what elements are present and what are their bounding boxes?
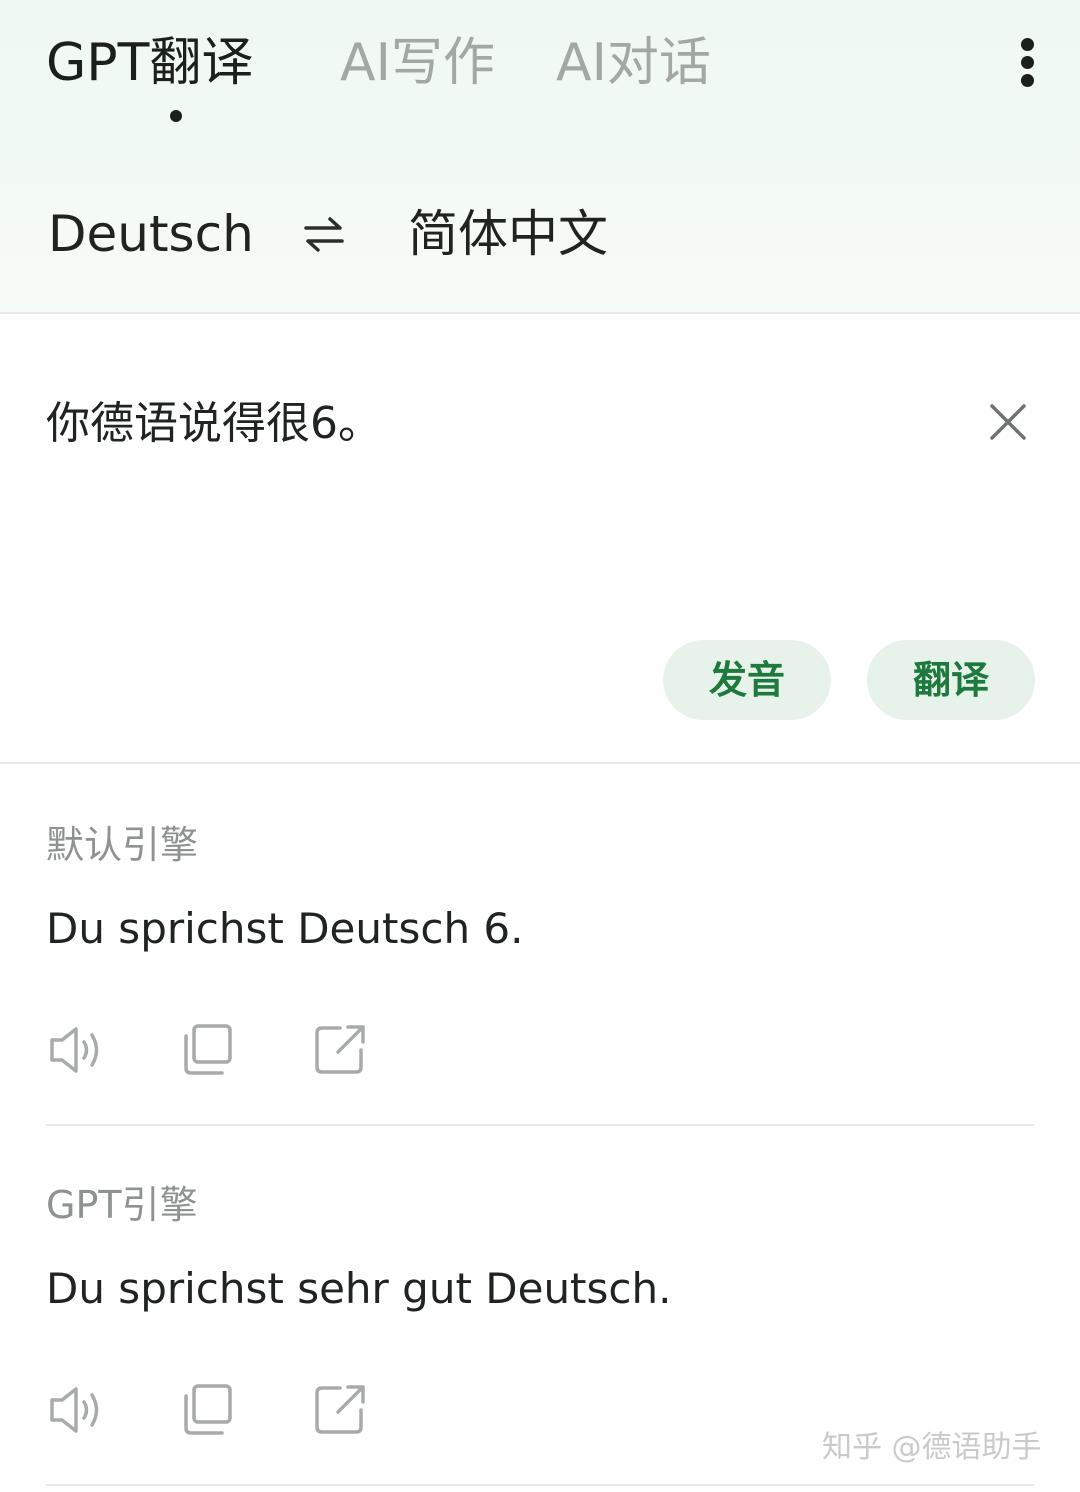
translation-text: Du sprichst Deutsch 6. bbox=[46, 904, 524, 953]
close-icon[interactable] bbox=[988, 402, 1028, 442]
result-card-default: 默认引擎 Du sprichst Deutsch 6. bbox=[46, 800, 1034, 1126]
share-icon[interactable] bbox=[312, 1022, 372, 1078]
tab-ai-writing[interactable]: AI写作 bbox=[340, 28, 495, 98]
source-text-input[interactable]: 你德语说得很6。 bbox=[46, 394, 946, 454]
input-area: 你德语说得很6。 发音 翻译 bbox=[0, 316, 1080, 764]
more-vertical-icon[interactable] bbox=[1006, 36, 1050, 90]
translate-app: GPT翻译 AI写作 AI对话 Deutsch 简体中文 你德语说得很6。 发音… bbox=[0, 0, 1080, 1492]
engine-label: GPT引擎 bbox=[46, 1183, 198, 1227]
share-icon[interactable] bbox=[312, 1382, 372, 1438]
header: GPT翻译 AI写作 AI对话 Deutsch 简体中文 bbox=[0, 0, 1080, 314]
source-language[interactable]: Deutsch bbox=[48, 196, 254, 272]
tab-ai-chat[interactable]: AI对话 bbox=[556, 28, 711, 98]
copy-icon[interactable] bbox=[180, 1022, 240, 1078]
copy-icon[interactable] bbox=[180, 1382, 240, 1438]
tab-gpt-translate[interactable]: GPT翻译 bbox=[46, 28, 253, 98]
target-language[interactable]: 简体中文 bbox=[408, 196, 608, 272]
speaker-icon[interactable] bbox=[46, 1022, 106, 1078]
active-tab-indicator bbox=[170, 110, 182, 122]
watermark: 知乎 @德语助手 bbox=[822, 1430, 1042, 1465]
translate-button[interactable]: 翻译 bbox=[867, 640, 1035, 720]
swap-arrows-icon[interactable] bbox=[302, 214, 346, 254]
translation-text: Du sprichst sehr gut Deutsch. bbox=[46, 1264, 672, 1313]
pronounce-button[interactable]: 发音 bbox=[663, 640, 831, 720]
engine-label: 默认引擎 bbox=[46, 823, 199, 867]
speaker-icon[interactable] bbox=[46, 1382, 106, 1438]
